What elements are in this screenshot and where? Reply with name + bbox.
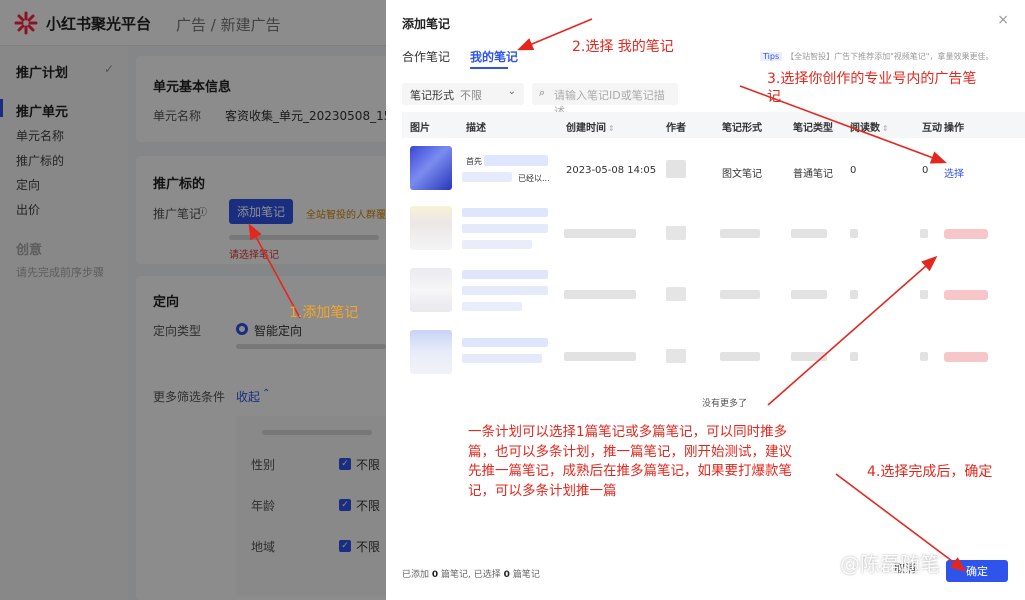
arrow-note xyxy=(767,255,938,406)
annotation-note: 一条计划可以选择1篇笔记或多篇笔记，可以同时推多篇，也可以多条计划，推一篇笔记，… xyxy=(468,424,792,499)
annotation-step2: 2.选择 我的笔记 xyxy=(572,39,674,55)
annotation-step4: 4.选择完成后，确定 xyxy=(867,464,993,480)
watermark: @陈磊随笔 xyxy=(840,552,940,576)
annotation-step1: 1.添加笔记 xyxy=(289,305,359,321)
annotation-step3-cont: 记 xyxy=(767,89,781,105)
annotation-arrows xyxy=(248,18,967,572)
annotation-step3: 3.选择你创作的专业号内的广告笔 xyxy=(767,71,977,87)
